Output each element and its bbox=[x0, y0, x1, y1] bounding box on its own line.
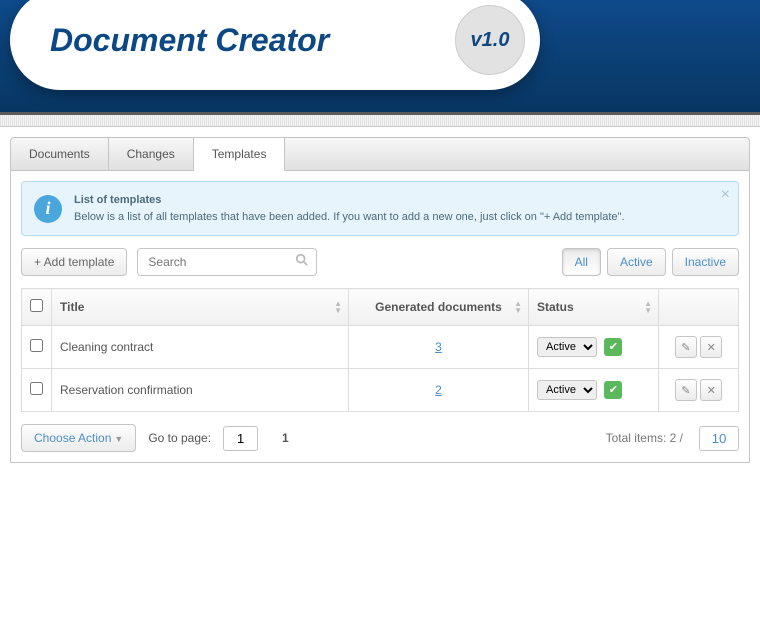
row-title: Cleaning contract bbox=[52, 326, 349, 369]
sort-icon[interactable]: ▲▼ bbox=[644, 300, 652, 314]
tab-changes[interactable]: Changes bbox=[109, 138, 194, 170]
sort-icon[interactable]: ▲▼ bbox=[334, 300, 342, 314]
edit-button[interactable]: ✎ bbox=[675, 379, 697, 401]
footer-bar: Choose Action▼ Go to page: 1 Total items… bbox=[21, 424, 739, 452]
chevron-down-icon: ▼ bbox=[114, 434, 123, 444]
row-checkbox[interactable] bbox=[30, 339, 43, 352]
status-select[interactable]: Active bbox=[537, 337, 597, 357]
check-icon: ✔ bbox=[604, 338, 622, 356]
tab-templates[interactable]: Templates bbox=[194, 138, 286, 171]
check-icon: ✔ bbox=[604, 381, 622, 399]
edit-button[interactable]: ✎ bbox=[675, 336, 697, 358]
info-body: Below is a list of all templates that ha… bbox=[74, 211, 625, 223]
row-checkbox[interactable] bbox=[30, 382, 43, 395]
generated-link[interactable]: 2 bbox=[435, 383, 442, 397]
per-page-input[interactable] bbox=[699, 426, 739, 451]
row-title: Reservation confirmation bbox=[52, 369, 349, 412]
search-icon bbox=[295, 253, 309, 270]
templates-table: Title ▲▼ Generated documents ▲▼ Status ▲… bbox=[21, 288, 739, 412]
info-box: i List of templates Below is a list of a… bbox=[21, 181, 739, 236]
close-icon[interactable]: × bbox=[721, 186, 730, 204]
header-pill: Document Creator v1.0 bbox=[10, 0, 540, 90]
current-page: 1 bbox=[282, 431, 289, 445]
generated-link[interactable]: 3 bbox=[435, 340, 442, 354]
info-icon: i bbox=[34, 195, 62, 223]
app-header: Document Creator v1.0 bbox=[0, 0, 760, 115]
filter-group: All Active Inactive bbox=[562, 248, 739, 276]
status-select[interactable]: Active bbox=[537, 380, 597, 400]
select-all-checkbox[interactable] bbox=[30, 299, 43, 312]
col-actions bbox=[659, 289, 739, 326]
add-template-button[interactable]: + Add template bbox=[21, 248, 127, 276]
choose-action-button[interactable]: Choose Action▼ bbox=[21, 424, 136, 452]
total-items-label: Total items: 2 / bbox=[606, 431, 683, 445]
filter-active-button[interactable]: Active bbox=[607, 248, 666, 276]
col-generated: Generated documents ▲▼ bbox=[349, 289, 529, 326]
table-row: Cleaning contract 3 Active ✔ ✎ ✕ bbox=[22, 326, 739, 369]
table-row: Reservation confirmation 2 Active ✔ ✎ ✕ bbox=[22, 369, 739, 412]
tab-documents[interactable]: Documents bbox=[11, 138, 109, 170]
app-title: Document Creator bbox=[50, 22, 455, 59]
col-title: Title ▲▼ bbox=[52, 289, 349, 326]
version-badge: v1.0 bbox=[455, 5, 525, 75]
info-text: List of templates Below is a list of all… bbox=[74, 192, 625, 225]
tab-bar: Documents Changes Templates bbox=[10, 137, 750, 171]
header-strip bbox=[0, 115, 760, 127]
delete-button[interactable]: ✕ bbox=[700, 336, 722, 358]
col-status: Status ▲▼ bbox=[529, 289, 659, 326]
filter-inactive-button[interactable]: Inactive bbox=[672, 248, 739, 276]
info-title: List of templates bbox=[74, 192, 625, 209]
goto-page-input[interactable] bbox=[223, 426, 258, 451]
sort-icon[interactable]: ▲▼ bbox=[514, 300, 522, 314]
filter-all-button[interactable]: All bbox=[562, 248, 601, 276]
search-input[interactable] bbox=[137, 248, 317, 276]
goto-page-label: Go to page: bbox=[148, 431, 211, 445]
toolbar: + Add template All Active Inactive bbox=[21, 248, 739, 276]
delete-button[interactable]: ✕ bbox=[700, 379, 722, 401]
